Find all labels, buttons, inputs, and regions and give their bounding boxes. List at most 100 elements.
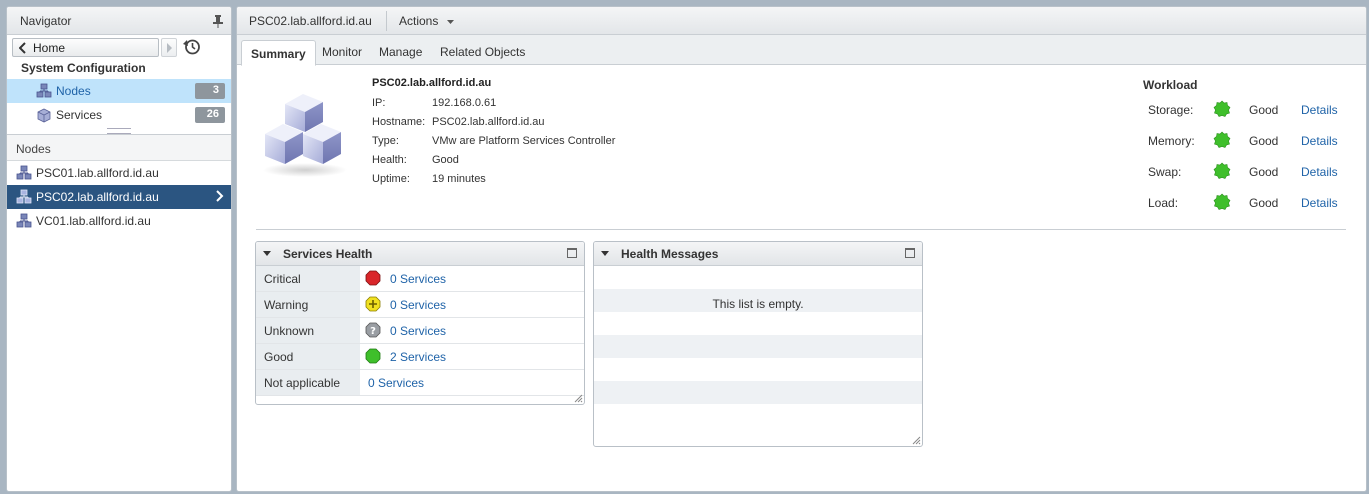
collapse-triangle-icon[interactable] — [601, 251, 609, 256]
home-row: Home — [7, 35, 231, 59]
host-name: PSC02.lab.allford.id.au — [372, 77, 492, 89]
section-divider — [256, 229, 1346, 230]
chevron-right-icon — [167, 43, 172, 53]
health-label: Warning — [256, 292, 360, 317]
object-title: PSC02.lab.allford.id.au — [249, 14, 372, 28]
good-status-icon — [1213, 131, 1231, 148]
history-icon[interactable] — [183, 38, 201, 56]
services-count-link[interactable]: 0 Services — [390, 272, 446, 286]
services-count-link[interactable]: 2 Services — [390, 350, 446, 364]
property-value: 192.168.0.61 — [432, 97, 497, 109]
property-value: 19 minutes — [432, 173, 486, 185]
config-item-nodes[interactable]: Nodes 3 — [7, 79, 231, 103]
property-value: VMw are Platform Services Controller — [432, 135, 616, 147]
navigator-header: Navigator — [7, 7, 231, 35]
home-button[interactable]: Home — [12, 38, 159, 57]
config-item-label: Nodes — [56, 84, 91, 98]
property-key: Hostname: — [372, 116, 426, 128]
health-messages-header[interactable]: Health Messages — [594, 242, 922, 266]
home-label: Home — [33, 41, 66, 55]
svg-text:?: ? — [370, 326, 376, 337]
services-health-row-warning: Warning 0 Services — [256, 292, 584, 318]
chevron-down-icon — [446, 19, 454, 24]
health-label: Critical — [256, 266, 360, 291]
maximize-icon[interactable] — [905, 248, 915, 258]
summary-content: PSC02.lab.allford.id.au IP: 192.168.0.61 … — [237, 65, 1366, 491]
node-label: VC01.lab.allford.id.au — [36, 214, 151, 228]
workload-status: Good — [1249, 103, 1279, 117]
maximize-icon[interactable] — [567, 248, 577, 258]
workload-row-swap: Swap: Good Details — [1148, 162, 1366, 182]
property-value: Good — [432, 154, 459, 166]
resize-grip-icon[interactable] — [574, 394, 583, 403]
services-health-portlet: Services Health Critical 0 Services Warn… — [255, 241, 585, 405]
config-item-label: Services — [56, 108, 103, 122]
services-health-title: Services Health — [283, 247, 373, 261]
warning-icon — [365, 296, 381, 312]
empty-list-message: This list is empty. — [712, 297, 804, 311]
details-link[interactable]: Details — [1301, 196, 1338, 210]
tab-bar: Summary Monitor Manage Related Objects — [237, 35, 1366, 66]
property-value: PSC02.lab.allford.id.au — [432, 116, 545, 128]
node-label: PSC01.lab.allford.id.au — [36, 166, 159, 180]
property-health: Health: Good — [372, 154, 459, 166]
services-health-row-critical: Critical 0 Services — [256, 266, 584, 292]
node-icon — [16, 189, 32, 204]
good-status-icon — [1213, 193, 1231, 210]
services-count-link[interactable]: 0 Services — [368, 376, 424, 390]
services-health-row-unknown: Unknown ? 0 Services — [256, 318, 584, 344]
workload-label: Memory: — [1148, 134, 1195, 148]
unknown-icon: ? — [365, 322, 381, 338]
tab-monitor[interactable]: Monitor — [322, 40, 362, 65]
tab-related-objects[interactable]: Related Objects — [440, 40, 525, 65]
details-link[interactable]: Details — [1301, 103, 1338, 117]
chevron-right-icon — [216, 190, 224, 202]
workload-label: Load: — [1148, 196, 1179, 210]
property-key: Health: — [372, 154, 407, 166]
chevron-left-icon — [19, 42, 26, 54]
panel-splitter[interactable] — [7, 127, 231, 135]
workload-title: Workload — [1143, 78, 1198, 92]
critical-icon — [365, 270, 381, 286]
services-icon — [37, 108, 51, 123]
property-key: Type: — [372, 135, 399, 147]
health-label: Good — [256, 344, 360, 369]
config-item-services[interactable]: Services 26 — [7, 103, 231, 127]
services-health-header[interactable]: Services Health — [256, 242, 584, 266]
property-key: Uptime: — [372, 173, 410, 185]
node-item-psc01[interactable]: PSC01.lab.allford.id.au — [7, 161, 231, 185]
workload-status: Good — [1249, 196, 1279, 210]
property-type: Type: VMw are Platform Services Controlle… — [372, 135, 615, 147]
details-link[interactable]: Details — [1301, 134, 1338, 148]
services-health-row-not-applicable: Not applicable 0 Services — [256, 370, 584, 396]
pin-icon[interactable] — [213, 15, 223, 28]
property-uptime: Uptime: 19 minutes — [372, 173, 486, 185]
node-item-psc02[interactable]: PSC02.lab.allford.id.au — [7, 185, 231, 209]
services-count-link[interactable]: 0 Services — [390, 324, 446, 338]
workload-status: Good — [1249, 134, 1279, 148]
node-item-vc01[interactable]: VC01.lab.allford.id.au — [7, 209, 231, 233]
services-health-row-good: Good 2 Services — [256, 344, 584, 370]
services-count-link[interactable]: 0 Services — [390, 298, 446, 312]
count-badge: 3 — [195, 83, 225, 99]
property-ip: IP: 192.168.0.61 — [372, 97, 496, 109]
tab-summary[interactable]: Summary — [241, 40, 316, 66]
health-label: Unknown — [256, 318, 360, 343]
actions-menu-button[interactable]: Actions — [399, 14, 454, 28]
resize-grip-icon[interactable] — [912, 436, 921, 445]
tab-manage[interactable]: Manage — [379, 40, 422, 65]
platform-services-controller-icon — [263, 94, 347, 177]
navigator-title: Navigator — [20, 14, 72, 28]
forward-button[interactable] — [161, 38, 177, 57]
node-icon — [16, 213, 32, 228]
good-icon — [365, 348, 381, 364]
object-header: PSC02.lab.allford.id.au Actions — [237, 7, 1366, 35]
health-messages-portlet: Health Messages This list is empty. — [593, 241, 923, 447]
details-link[interactable]: Details — [1301, 165, 1338, 179]
collapse-triangle-icon[interactable] — [263, 251, 271, 256]
workload-label: Swap: — [1148, 165, 1182, 179]
health-label: Not applicable — [256, 370, 360, 395]
system-configuration-label: System Configuration — [21, 61, 146, 75]
count-badge: 26 — [195, 107, 225, 123]
property-key: IP: — [372, 97, 386, 109]
